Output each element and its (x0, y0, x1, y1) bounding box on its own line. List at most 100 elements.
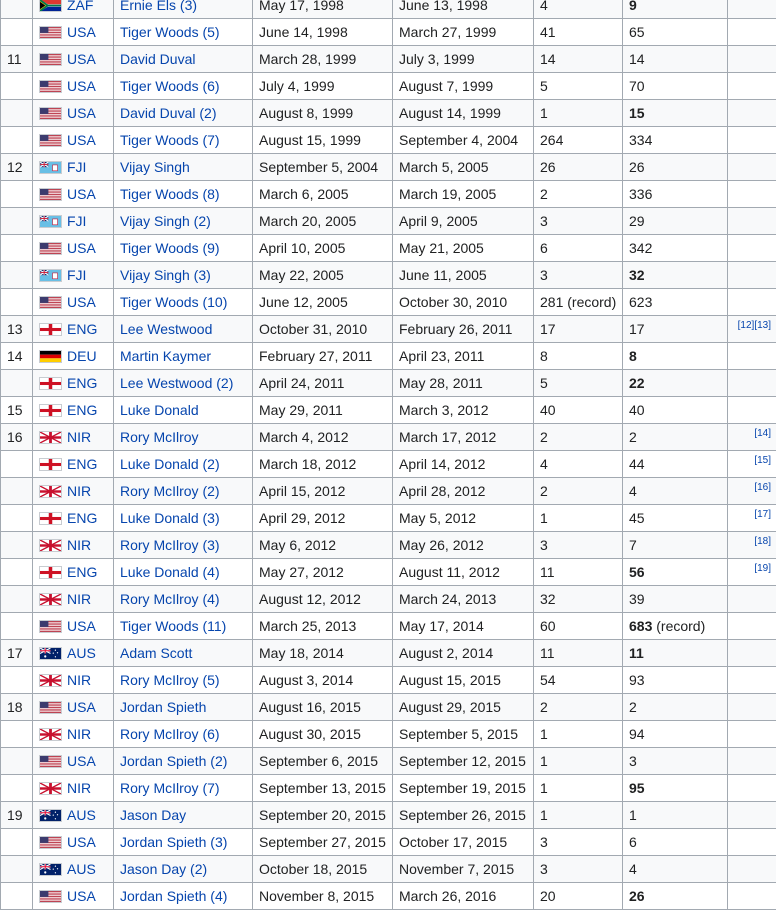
player-link[interactable]: Vijay Singh (2) (120, 213, 211, 229)
player-link[interactable]: Adam Scott (120, 645, 192, 661)
total-weeks-cell: 11 (623, 640, 728, 667)
reference-link[interactable]: [15] (754, 455, 771, 466)
country-link[interactable]: AUS (67, 645, 96, 661)
country-link[interactable]: ENG (67, 321, 97, 337)
player-link[interactable]: Rory McIlroy (120, 429, 199, 445)
reference-link[interactable]: [16] (754, 482, 771, 493)
player-link[interactable]: Tiger Woods (7) (120, 132, 220, 148)
country-link[interactable]: USA (67, 699, 96, 715)
country-cell: USA (33, 181, 114, 208)
player-link[interactable]: Tiger Woods (6) (120, 78, 220, 94)
player-link[interactable]: Rory McIlroy (3) (120, 537, 220, 553)
country-link[interactable]: NIR (67, 726, 91, 742)
player-link[interactable]: Rory McIlroy (2) (120, 483, 220, 499)
reference-cell: [14] (728, 424, 776, 451)
country-link[interactable]: FJI (67, 213, 86, 229)
country-link[interactable]: USA (67, 186, 96, 202)
player-link[interactable]: Rory McIlroy (7) (120, 780, 220, 796)
player-link[interactable]: Jordan Spieth (3) (120, 834, 227, 850)
player-link[interactable]: David Duval (120, 51, 195, 67)
player-link[interactable]: Tiger Woods (10) (120, 294, 227, 310)
player-link[interactable]: Jordan Spieth (4) (120, 888, 227, 904)
country-link[interactable]: ENG (67, 456, 97, 472)
country-link[interactable]: ENG (67, 375, 97, 391)
australia-flag-icon (39, 863, 62, 876)
player-link[interactable]: Tiger Woods (9) (120, 240, 220, 256)
country-link[interactable]: ENG (67, 402, 97, 418)
player-link[interactable]: Rory McIlroy (4) (120, 591, 220, 607)
end-date-cell: June 11, 2005 (393, 262, 534, 289)
country-link[interactable]: USA (67, 294, 96, 310)
player-link[interactable]: Vijay Singh (3) (120, 267, 211, 283)
country-link[interactable]: NIR (67, 429, 91, 445)
weeks-cell: 54 (534, 667, 623, 694)
player-link[interactable]: Tiger Woods (11) (120, 618, 226, 634)
player-link[interactable]: Rory McIlroy (6) (120, 726, 220, 742)
total-weeks-value: 2 (629, 429, 637, 445)
country-link[interactable]: USA (67, 240, 96, 256)
country-link[interactable]: USA (67, 24, 96, 40)
country-link[interactable]: AUS (67, 861, 96, 877)
country-link[interactable]: USA (67, 888, 96, 904)
country-cell: NIR (33, 667, 114, 694)
total-weeks-cell: 8 (623, 343, 728, 370)
total-weeks-value: 93 (629, 672, 645, 688)
reference-link[interactable]: [12][13] (738, 320, 771, 331)
country-link[interactable]: NIR (67, 591, 91, 607)
country-link[interactable]: USA (67, 51, 96, 67)
start-date: March 4, 2012 (259, 429, 349, 445)
player-link[interactable]: Tiger Woods (5) (120, 24, 220, 40)
country-link[interactable]: USA (67, 753, 96, 769)
player-link[interactable]: Jordan Spieth (120, 699, 206, 715)
table-row: USA Tiger Woods (6) July 4, 1999 August … (1, 73, 776, 100)
player-link[interactable]: Luke Donald (3) (120, 510, 220, 526)
reference-link[interactable]: [17] (754, 509, 771, 520)
country-link[interactable]: ENG (67, 510, 97, 526)
country-link[interactable]: ENG (67, 564, 97, 580)
country-link[interactable]: FJI (67, 159, 86, 175)
country-link[interactable]: USA (67, 132, 96, 148)
start-date: July 4, 1999 (259, 78, 335, 94)
country-link[interactable]: USA (67, 618, 96, 634)
reference-link[interactable]: [18] (754, 536, 771, 547)
player-cell: Jordan Spieth (4) (114, 883, 253, 910)
player-link[interactable]: Rory McIlroy (5) (120, 672, 220, 688)
weeks-value: 11 (540, 564, 555, 580)
player-link[interactable]: David Duval (2) (120, 105, 216, 121)
country-link[interactable]: USA (67, 834, 96, 850)
country-link[interactable]: AUS (67, 807, 96, 823)
player-link[interactable]: Martin Kaymer (120, 348, 211, 364)
table-row: ENG Lee Westwood (2) April 24, 2011 May … (1, 370, 776, 397)
country-link[interactable]: FJI (67, 267, 86, 283)
player-link[interactable]: Jordan Spieth (2) (120, 753, 227, 769)
player-link[interactable]: Tiger Woods (8) (120, 186, 220, 202)
player-cell: Martin Kaymer (114, 343, 253, 370)
player-link[interactable]: Luke Donald (4) (120, 564, 220, 580)
player-link[interactable]: Lee Westwood (120, 321, 212, 337)
start-date: October 31, 2010 (259, 321, 367, 337)
country-link[interactable]: USA (67, 78, 96, 94)
player-link[interactable]: Luke Donald (2) (120, 456, 220, 472)
country-link[interactable]: DEU (67, 348, 97, 364)
table-row: AUS Jason Day (2) October 18, 2015 Novem… (1, 856, 776, 883)
country-link[interactable]: NIR (67, 672, 91, 688)
player-link[interactable]: Lee Westwood (2) (120, 375, 233, 391)
reference-link[interactable]: [14] (754, 428, 771, 439)
country-link[interactable]: NIR (67, 537, 91, 553)
reference-link[interactable]: [19] (754, 563, 771, 574)
country-link[interactable]: NIR (67, 483, 91, 499)
player-link[interactable]: Luke Donald (120, 402, 199, 418)
player-link[interactable]: Vijay Singh (120, 159, 190, 175)
player-link[interactable]: Jason Day (120, 807, 186, 823)
player-link[interactable]: Ernie Els (3) (120, 0, 197, 13)
total-weeks-value: 7 (629, 537, 637, 553)
country-link[interactable]: USA (67, 105, 96, 121)
player-cell: Tiger Woods (5) (114, 19, 253, 46)
country-link[interactable]: ZAF (67, 0, 93, 13)
start-date-cell: March 6, 2005 (253, 181, 393, 208)
weeks-cell: 1 (534, 802, 623, 829)
player-link[interactable]: Jason Day (2) (120, 861, 207, 877)
country-link[interactable]: NIR (67, 780, 91, 796)
player-cell: Luke Donald (4) (114, 559, 253, 586)
ranking-number-cell (1, 856, 33, 883)
